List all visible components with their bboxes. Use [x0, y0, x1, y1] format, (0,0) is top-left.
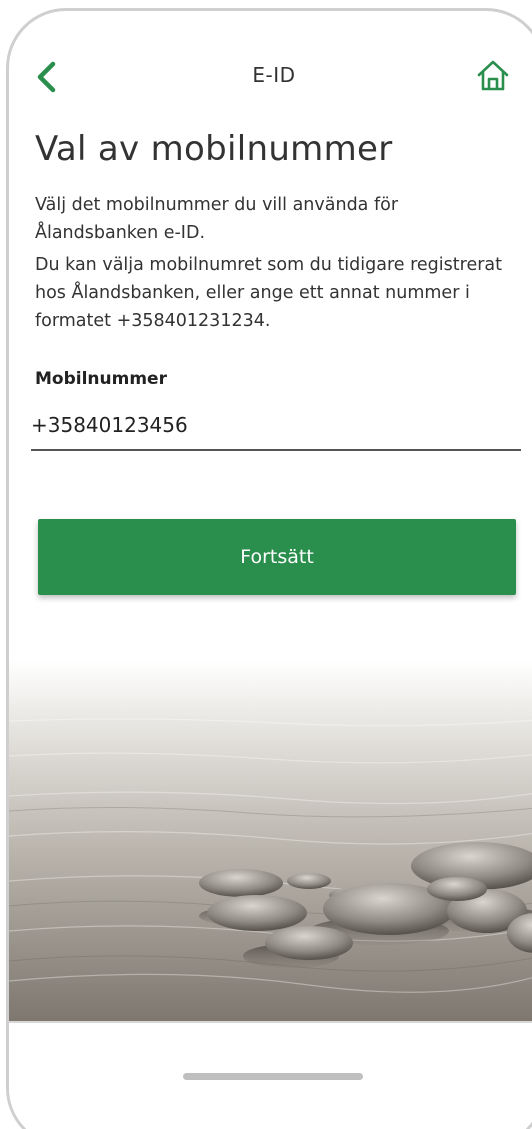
hero-image-stones — [9, 661, 532, 1021]
navigation-bar: E-ID — [9, 11, 532, 131]
phone-number-input[interactable] — [31, 407, 521, 451]
description-format-text: Du kan välja mobilnumret som du tidigare… — [35, 255, 502, 331]
bottom-bar — [9, 1021, 532, 1129]
description-text: Välj det mobilnummer du vill använda för… — [35, 195, 399, 243]
chevron-left-icon — [37, 61, 56, 93]
back-button[interactable] — [31, 59, 65, 95]
page-title: Val av mobilnummer — [35, 129, 393, 169]
home-button[interactable] — [475, 58, 511, 94]
nav-title: E-ID — [252, 63, 296, 87]
phone-field-label: Mobilnummer — [35, 369, 167, 389]
home-indicator[interactable] — [183, 1073, 363, 1080]
home-icon — [477, 60, 509, 91]
continue-button[interactable]: Fortsätt — [38, 519, 516, 595]
phone-frame: E-ID Val av mobilnummer Välj det mobilnu… — [6, 8, 532, 1129]
